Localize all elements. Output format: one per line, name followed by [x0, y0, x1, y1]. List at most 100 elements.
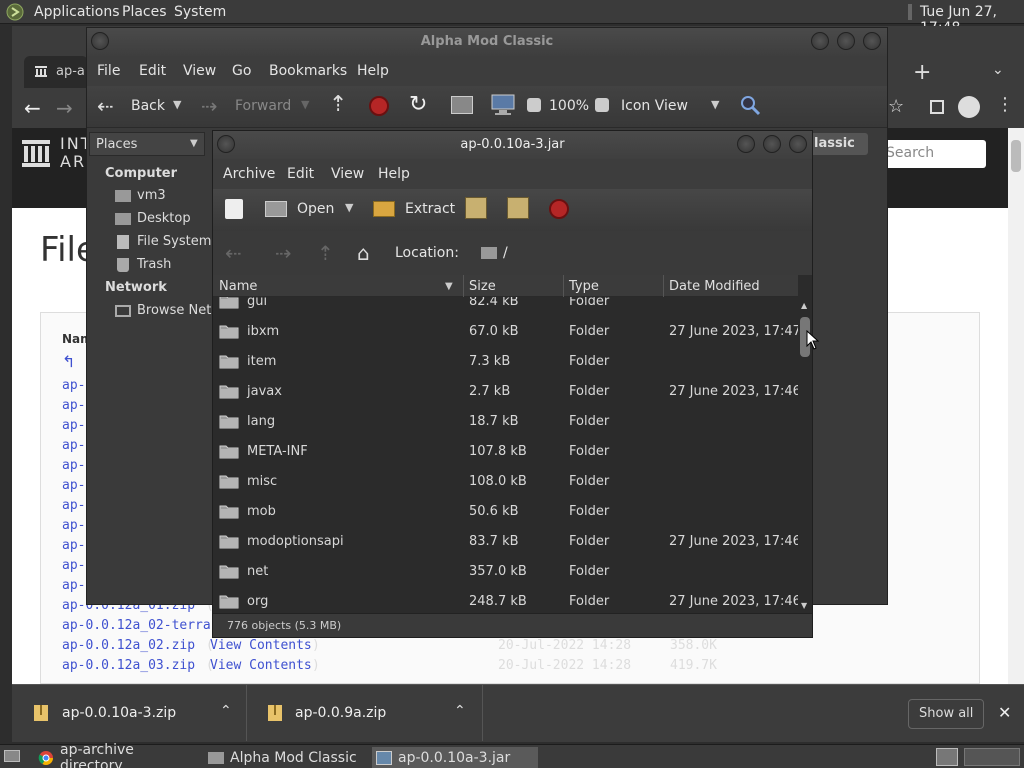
- file-row[interactable]: mob 50.6 kB Folder: [213, 497, 798, 527]
- archive-titlebar[interactable]: ap-0.0.10a-3.jar: [213, 131, 812, 159]
- menu-help[interactable]: Help: [357, 63, 389, 79]
- file-row[interactable]: gui 82.4 kB Folder: [213, 297, 798, 317]
- view-contents-link[interactable]: View Contents: [210, 638, 312, 653]
- menu-edit[interactable]: Edit: [139, 63, 166, 79]
- extract-button[interactable]: Extract: [405, 201, 455, 217]
- directory-link[interactable]: ap-: [62, 558, 85, 573]
- file-row[interactable]: lang 18.7 kB Folder: [213, 407, 798, 437]
- caja-tab-fragment[interactable]: lassic: [808, 133, 868, 155]
- open-archive-icon[interactable]: [265, 201, 287, 217]
- places-menu[interactable]: Places: [122, 4, 167, 20]
- file-row[interactable]: modoptionsapi 83.7 kB Folder 27 June 2023, …: [213, 527, 798, 557]
- back-arrow-icon[interactable]: ⇠: [225, 241, 242, 265]
- show-desktop-icon[interactable]: [4, 750, 20, 762]
- chrome-menu-icon[interactable]: ⋮: [996, 94, 1014, 115]
- column-size[interactable]: Size: [469, 279, 496, 294]
- zoom-in-icon[interactable]: [595, 98, 609, 112]
- view-mode-select[interactable]: Icon View: [621, 98, 688, 114]
- taskbar-item-file-manager[interactable]: Alpha Mod Classic: [204, 747, 368, 768]
- directory-link[interactable]: ap-: [62, 438, 85, 453]
- view-mode-dropdown-icon[interactable]: ▼: [711, 98, 719, 111]
- file-link[interactable]: ap-0.0.12a_02.zip: [62, 638, 195, 653]
- home-icon[interactable]: ⌂: [357, 241, 370, 265]
- menu-edit[interactable]: Edit: [287, 166, 314, 182]
- search-input[interactable]: Search: [880, 140, 986, 168]
- menu-help[interactable]: Help: [378, 166, 410, 182]
- menu-view[interactable]: View: [331, 166, 364, 182]
- open-dropdown-icon[interactable]: ▼: [345, 201, 353, 214]
- menu-bookmarks[interactable]: Bookmarks: [269, 63, 347, 79]
- view-contents-link[interactable]: View Contents: [210, 658, 312, 673]
- file-row[interactable]: misc 108.0 kB Folder: [213, 467, 798, 497]
- parent-dir-icon[interactable]: ↰: [62, 352, 75, 371]
- directory-link[interactable]: ap-: [62, 578, 85, 593]
- directory-link[interactable]: ap-: [62, 478, 85, 493]
- up-arrow-icon[interactable]: ⇡: [317, 241, 334, 265]
- directory-link[interactable]: ap-: [62, 458, 85, 473]
- maximize-icon[interactable]: [763, 135, 781, 153]
- directory-link[interactable]: ap-: [62, 418, 85, 433]
- stop-icon[interactable]: [369, 96, 389, 116]
- file-row[interactable]: ibxm 67.0 kB Folder 27 June 2023, 17:47: [213, 317, 798, 347]
- reload-icon[interactable]: ↻: [409, 92, 427, 117]
- maximize-icon[interactable]: [837, 32, 855, 50]
- back-button[interactable]: Back: [131, 98, 165, 114]
- zoom-out-icon[interactable]: [527, 98, 541, 112]
- stop-icon[interactable]: [549, 199, 569, 219]
- browser-back-icon[interactable]: ←: [24, 96, 41, 120]
- mate-logo-icon[interactable]: [6, 3, 24, 21]
- file-link[interactable]: ap-0.0.12a_02-terra: [62, 618, 211, 633]
- scroll-down-icon[interactable]: ▼: [801, 601, 807, 610]
- applications-menu[interactable]: Applications: [34, 4, 120, 20]
- profile-avatar-icon[interactable]: [958, 96, 980, 118]
- download-item-2[interactable]: ap-0.0.9a.zip ⌃: [248, 685, 483, 741]
- search-icon[interactable]: [739, 94, 761, 116]
- side-panel-icon[interactable]: [930, 100, 944, 114]
- show-all-button[interactable]: Show all: [908, 699, 984, 729]
- taskbar-item-archive[interactable]: ap-0.0.10a-3.jar: [372, 747, 538, 768]
- back-dropdown-icon[interactable]: ▼: [173, 98, 181, 111]
- directory-link[interactable]: ap-: [62, 498, 85, 513]
- up-arrow-icon[interactable]: ⇡: [329, 92, 347, 117]
- forward-arrow-icon[interactable]: ⇢: [275, 241, 292, 265]
- directory-link[interactable]: ap-: [62, 538, 85, 553]
- home-folder-icon[interactable]: [451, 96, 473, 114]
- workspace-switcher-icon[interactable]: [936, 748, 958, 766]
- directory-link[interactable]: ap-: [62, 518, 85, 533]
- minimize-icon[interactable]: [737, 135, 755, 153]
- sidebar-selector[interactable]: Places ▼: [89, 132, 205, 156]
- location-path[interactable]: /: [503, 245, 508, 261]
- extract-icon[interactable]: [373, 201, 395, 217]
- taskbar-item-browser[interactable]: ap-archive directory...: [34, 742, 200, 768]
- directory-link[interactable]: ap-: [62, 398, 85, 413]
- archive-logo-icon[interactable]: [22, 138, 50, 168]
- close-download-bar-icon[interactable]: ✕: [998, 703, 1011, 722]
- system-menu[interactable]: System: [174, 4, 226, 20]
- column-name[interactable]: Name: [219, 279, 257, 294]
- download-chevron-icon[interactable]: ⌃: [220, 703, 232, 719]
- open-button[interactable]: Open: [297, 201, 334, 217]
- browser-tab[interactable]: ap-a: [24, 56, 88, 88]
- bookmark-star-icon[interactable]: ☆: [888, 96, 904, 117]
- menu-archive[interactable]: Archive: [223, 166, 275, 182]
- file-row[interactable]: item 7.3 kB Folder: [213, 347, 798, 377]
- menu-view[interactable]: View: [183, 63, 216, 79]
- file-list-scrollbar[interactable]: ▲ ▼: [798, 275, 812, 613]
- new-archive-icon[interactable]: [225, 199, 243, 219]
- file-link[interactable]: ap-0.0.12a_03.zip: [62, 658, 195, 673]
- download-item-1[interactable]: ap-0.0.10a-3.zip ⌃: [12, 685, 247, 741]
- download-chevron-icon[interactable]: ⌃: [454, 703, 466, 719]
- close-icon[interactable]: [789, 135, 807, 153]
- file-row[interactable]: org 248.7 kB Folder 27 June 2023, 17:46: [213, 587, 798, 613]
- new-tab-icon[interactable]: +: [913, 60, 931, 85]
- sort-descending-icon[interactable]: ▼: [445, 281, 453, 292]
- file-row[interactable]: META-INF 107.8 kB Folder: [213, 437, 798, 467]
- minimize-icon[interactable]: [811, 32, 829, 50]
- forward-dropdown-icon[interactable]: ▼: [301, 98, 309, 111]
- menu-file[interactable]: File: [97, 63, 120, 79]
- browser-forward-icon[interactable]: →: [56, 96, 73, 120]
- tab-list-chevron-icon[interactable]: ⌄: [992, 62, 1004, 78]
- scroll-up-icon[interactable]: ▲: [801, 301, 807, 310]
- add-folder-icon[interactable]: [507, 197, 529, 219]
- directory-link[interactable]: ap-: [62, 378, 85, 393]
